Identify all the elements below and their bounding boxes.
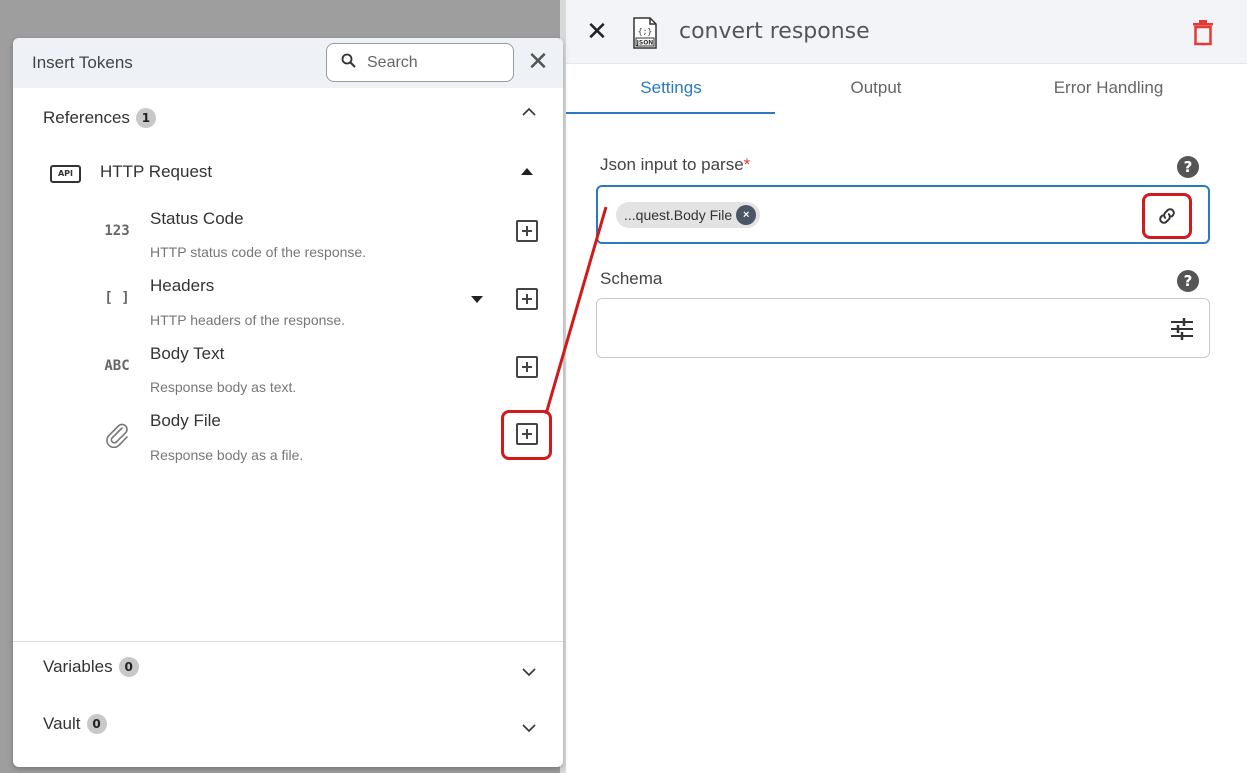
tab-settings[interactable]: Settings [636,78,706,98]
add-token-button[interactable] [516,356,538,378]
json-input-label: Json input to parse* [600,155,751,174]
divider [13,641,563,642]
http-request-label[interactable]: HTTP Request [100,162,212,182]
highlight-box [501,410,552,460]
token-name: Body Text [150,344,225,363]
step-title: convert response [679,19,870,44]
settings-panel: ✕ {;} JSON convert response Settings Out… [566,0,1247,773]
count-badge: 1 [135,108,156,128]
caret-up-icon[interactable] [521,168,533,175]
chevron-down-icon[interactable] [521,720,537,736]
settings-header: ✕ {;} JSON convert response [566,0,1247,64]
token-name: Status Code [150,209,244,228]
search-input[interactable]: Search [326,43,514,82]
tokens-header: Insert Tokens Search ✕ [13,38,563,88]
array-type-icon: [ ] [104,290,130,306]
close-icon[interactable]: ✕ [526,49,550,75]
insert-tokens-panel: Insert Tokens Search ✕ References 1 API H… [13,38,563,767]
remove-token-icon[interactable]: × [736,205,757,225]
chevron-up-icon[interactable] [521,104,537,120]
active-tab-indicator [566,112,775,114]
token-description: HTTP status code of the response. [150,244,367,260]
help-icon[interactable]: ? [1177,156,1199,178]
link-icon [1159,208,1175,224]
token-chip-label: ...quest.Body File [624,207,733,223]
search-icon [341,53,356,68]
token-description: Response body as text. [150,379,297,395]
tab-error-handling[interactable]: Error Handling [1036,78,1181,98]
section-label: Variables [43,657,113,676]
tab-output[interactable]: Output [836,78,916,98]
paperclip-icon [106,423,128,448]
token-chip[interactable]: ...quest.Body File × [616,202,761,228]
svg-text:{;}: {;} [638,27,652,36]
add-token-button[interactable] [516,220,538,242]
section-vault[interactable]: Vault 0 [43,714,107,734]
tokens-title: Insert Tokens [32,53,133,72]
json-input-field[interactable]: ...quest.Body File × [596,185,1210,244]
api-icon: API [50,165,81,183]
insert-token-button[interactable] [1142,193,1192,239]
svg-text:JSON: JSON [636,40,654,47]
chevron-down-icon[interactable] [521,664,537,680]
caret-down-icon[interactable] [471,296,483,303]
token-name: Headers [150,276,215,295]
trash-icon[interactable] [1191,20,1215,46]
schema-field[interactable] [596,298,1210,358]
count-badge: 0 [86,714,107,734]
section-references[interactable]: References 1 [43,108,156,128]
token-description: HTTP headers of the response. [150,312,346,328]
help-icon[interactable]: ? [1177,270,1199,292]
text-type-icon: ABC [104,358,130,374]
close-icon[interactable]: ✕ [584,19,610,45]
search-placeholder: Search [367,54,418,71]
token-name: Body File [150,411,221,430]
add-token-button[interactable] [516,288,538,310]
required-mark: * [743,155,751,174]
section-variables[interactable]: Variables 0 [43,657,139,677]
number-type-icon: 123 [104,223,130,239]
count-badge: 0 [118,657,139,677]
token-description: Response body as a file. [150,447,304,463]
section-label: References [43,108,130,127]
sliders-icon[interactable] [1169,317,1195,341]
section-label: Vault [43,714,81,733]
json-file-icon: {;} JSON [632,17,658,49]
schema-label: Schema [600,269,663,288]
tab-bar: Settings Output Error Handling [566,64,1247,116]
